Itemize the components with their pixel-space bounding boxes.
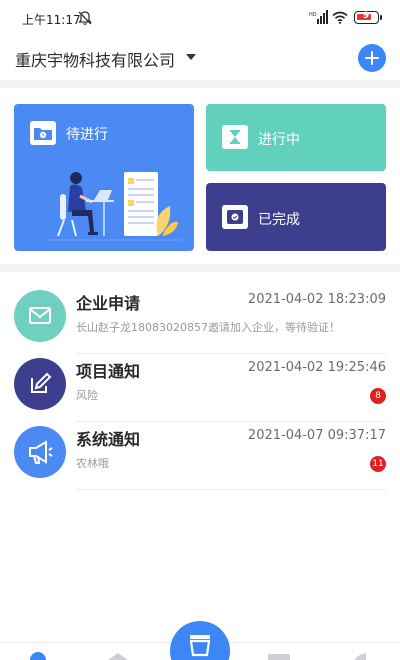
edit-icon [31,372,52,393]
completed-box-icon [222,205,248,229]
add-button[interactable] [358,44,386,72]
apps-tab-icon[interactable] [108,653,128,660]
message-title: 项目通知 [76,362,141,381]
message-tab-icon[interactable] [268,654,290,660]
pending-card[interactable]: 待进行 [14,104,194,251]
section-divider [0,80,400,88]
done-card[interactable]: 已完成 [206,183,386,251]
unread-badge: 11 [370,456,386,472]
enterprise-avatar [14,290,66,342]
caret-down-icon[interactable] [186,54,196,60]
divider [76,489,386,490]
battery-level: 9 [362,11,370,21]
message-title: 系统通知 [76,430,141,449]
center-action-button[interactable] [170,621,230,660]
header: 重庆宇物科技有限公司 [0,34,400,80]
wifi-icon [332,11,348,24]
in-progress-card[interactable]: 进行中 [206,104,386,171]
home-tab-icon[interactable] [30,652,46,660]
status-bar: 上午11:17 HD 9 [0,0,400,34]
message-preview: 长山赵子龙18083020857邀请加入企业，等待验证！ [76,321,340,334]
profile-tab-icon[interactable] [350,653,366,660]
project-avatar [14,358,66,410]
hourglass-icon [222,125,248,149]
system-avatar [14,426,66,478]
list-item[interactable]: 企业申请 2021-04-02 18:23:09 长山赵子龙1808302085… [0,286,400,354]
message-time: 2021-04-02 18:23:09 [247,292,386,307]
message-title: 企业申请 [76,294,141,313]
list-item[interactable]: 项目通知 2021-04-02 19:25:46 风险 8 [0,354,400,422]
message-preview: 风险 [76,389,98,402]
pending-label: 待进行 [66,127,108,143]
message-time: 2021-04-07 09:37:17 [247,428,386,443]
mute-icon [78,11,92,25]
section-divider [0,264,400,272]
work-illustration [46,172,181,241]
in-progress-label: 进行中 [258,132,300,148]
status-time: 上午11:17 [22,13,81,27]
message-preview: 农林哦 [76,457,109,470]
message-time: 2021-04-02 19:25:46 [247,360,386,375]
folder-clock-icon [30,121,56,145]
megaphone-icon [29,440,53,464]
signal-icon: HD [309,10,328,24]
battery-icon: 9 [354,11,382,24]
done-label: 已完成 [258,212,300,228]
trash-bin-icon [189,635,211,657]
list-item[interactable]: 系统通知 2021-04-07 09:37:17 农林哦 11 [0,422,400,490]
unread-badge: 8 [370,388,386,404]
svg-text:HD: HD [309,12,317,18]
company-selector[interactable]: 重庆宇物科技有限公司 [15,47,175,71]
mail-icon [29,307,51,324]
